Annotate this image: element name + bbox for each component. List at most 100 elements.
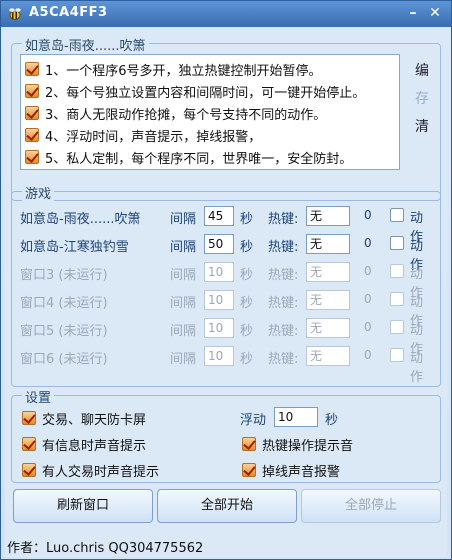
note-item[interactable]: 2、每个号独立设置内容和间隔时间，可一键开始停止。 [25,81,397,101]
settings-group: 设置 交易、聊天防卡屏 浮动 10 秒 有信息时声音提示 热键操作提示音 有人交… [11,387,441,483]
float-unit: 秒 [325,413,339,428]
seconds-label: 秒 [240,268,254,283]
msg-sound-label: 有信息时声音提示 [42,439,147,454]
window-name: 窗口3 (未运行) [20,268,108,283]
note-text: 5、私人定制，每个程序不同，世界唯一，安全防封。 [45,152,353,167]
note-checkbox[interactable] [25,84,39,98]
action-count: 0 [364,348,372,362]
start-all-button[interactable]: 全部开始 [157,489,297,523]
action-checkbox[interactable] [390,264,404,278]
note-checkbox[interactable] [25,150,39,164]
hotkey-label: 热键: [268,212,299,227]
hotkey-label: 热键: [268,296,299,311]
hotkey-input[interactable]: 无 [306,346,350,366]
title-bar[interactable]: A5CA4FF3 – ✕ [1,1,451,27]
note-item[interactable]: 4、浮动时间，声音提示，掉线报警， [25,125,397,145]
hotkey-input[interactable]: 无 [306,206,350,226]
action-count: 0 [364,264,372,278]
interval-label: 间隔 [170,212,197,227]
game-window-row: 如意岛-江寒独钓雪 间隔 50 秒热键: 无 0 动作 [20,232,434,273]
stop-all-button[interactable]: 全部停止 [301,489,441,523]
status-bar-author: 作者：Luo.chris QQ304775562 [7,541,204,556]
interval-label: 间隔 [170,240,197,255]
msg-sound-checkbox[interactable] [22,437,36,451]
seconds-label: 秒 [240,324,254,339]
interval-label: 间隔 [170,268,197,283]
hotkey-input[interactable]: 无 [306,290,350,310]
action-count: 0 [364,236,372,250]
hotkey-label: 热键: [268,352,299,367]
game-group-legend: 游戏 [22,183,55,202]
interval-input[interactable]: 10 [204,346,234,366]
hotkey-sound-checkbox[interactable] [242,437,256,451]
interval-label: 间隔 [170,324,197,339]
notes-group-legend: 如意岛-雨夜......吹箫 [22,35,149,54]
close-icon[interactable]: ✕ [425,4,445,22]
note-text: 4、浮动时间，声音提示，掉线报警， [45,130,262,145]
action-checkbox[interactable] [390,236,404,250]
float-label: 浮动 [240,413,267,428]
note-item[interactable]: 1、一个程序6号多开，独立热键控制开始暂停。 [25,59,397,79]
hotkey-label: 热键: [268,240,299,255]
seconds-label: 秒 [240,240,254,255]
note-checkbox[interactable] [25,106,39,120]
float-input[interactable]: 10 [274,407,318,427]
save-button[interactable]: 存 [410,88,434,110]
hotkey-input[interactable]: 无 [306,234,350,254]
anti-freeze-label: 交易、聊天防卡屏 [42,413,147,428]
bee-icon [8,7,22,20]
game-window-row: 如意岛-雨夜......吹箫 间隔 45 秒热键: 无 0 动作 [20,204,434,245]
app-window: A5CA4FF3 – ✕ 如意岛-雨夜......吹箫 1、一个程序6号多开，独… [0,0,452,560]
window-name: 窗口5 (未运行) [20,324,108,339]
action-checkbox[interactable] [390,320,404,334]
game-window-row: 窗口4 (未运行) 间隔 10 秒热键: 无 0 动作 [20,288,434,329]
note-text: 3、商人无限动作抢摊，每个号支持不同的动作。 [45,108,327,123]
hotkey-label: 热键: [268,324,299,339]
minimize-icon[interactable]: – [403,4,423,22]
window-name: 窗口6 (未运行) [20,352,108,367]
trade-sound-checkbox[interactable] [22,463,36,477]
interval-input[interactable]: 45 [204,206,234,226]
note-checkbox[interactable] [25,128,39,142]
disconnect-alarm-checkbox[interactable] [242,463,256,477]
interval-label: 间隔 [170,296,197,311]
disconnect-alarm-label: 掉线声音报警 [262,465,341,480]
seconds-label: 秒 [240,212,254,227]
window-name: 窗口4 (未运行) [20,296,108,311]
anti-freeze-checkbox[interactable] [22,411,36,425]
interval-input[interactable]: 10 [204,290,234,310]
note-text: 1、一个程序6号多开，独立热键控制开始暂停。 [45,64,322,79]
action-count: 0 [364,208,372,222]
notes-list[interactable]: 1、一个程序6号多开，独立热键控制开始暂停。 2、每个号独立设置内容和间隔时间，… [20,54,400,170]
clear-button[interactable]: 清 [410,116,434,138]
game-window-row: 窗口3 (未运行) 间隔 10 秒热键: 无 0 动作 [20,260,434,301]
refresh-windows-button[interactable]: 刷新窗口 [13,489,153,523]
hotkey-sound-label: 热键操作提示音 [262,439,354,454]
hotkey-input[interactable]: 无 [306,318,350,338]
game-window-row: 窗口6 (未运行) 间隔 10 秒热键: 无 0 动作 [20,344,434,385]
client-area: 如意岛-雨夜......吹箫 1、一个程序6号多开，独立热键控制开始暂停。 2、… [5,27,447,557]
hotkey-label: 热键: [268,268,299,283]
note-checkbox[interactable] [25,62,39,76]
settings-group-legend: 设置 [22,387,55,406]
trade-sound-label: 有人交易时声音提示 [42,465,160,480]
action-count: 0 [364,320,372,334]
window-title: A5CA4FF3 [29,5,108,20]
edit-button[interactable]: 编 [410,60,434,82]
interval-label: 间隔 [170,352,197,367]
seconds-label: 秒 [240,296,254,311]
seconds-label: 秒 [240,352,254,367]
hotkey-input[interactable]: 无 [306,262,350,282]
interval-input[interactable]: 10 [204,318,234,338]
note-item[interactable]: 3、商人无限动作抢摊，每个号支持不同的动作。 [25,103,397,123]
action-checkbox[interactable] [390,348,404,362]
note-text: 2、每个号独立设置内容和间隔时间，可一键开始停止。 [45,86,366,101]
action-checkbox[interactable] [390,292,404,306]
game-window-row: 窗口5 (未运行) 间隔 10 秒热键: 无 0 动作 [20,316,434,357]
interval-input[interactable]: 10 [204,262,234,282]
note-item[interactable]: 5、私人定制，每个程序不同，世界唯一，安全防封。 [25,147,397,167]
interval-input[interactable]: 50 [204,234,234,254]
action-checkbox[interactable] [390,208,404,222]
game-group: 游戏 如意岛-雨夜......吹箫 间隔 45 秒热键: 无 0 动作 如意岛-江寒独钓雪 间隔… [11,183,441,387]
action-label: 动作 [410,351,424,385]
